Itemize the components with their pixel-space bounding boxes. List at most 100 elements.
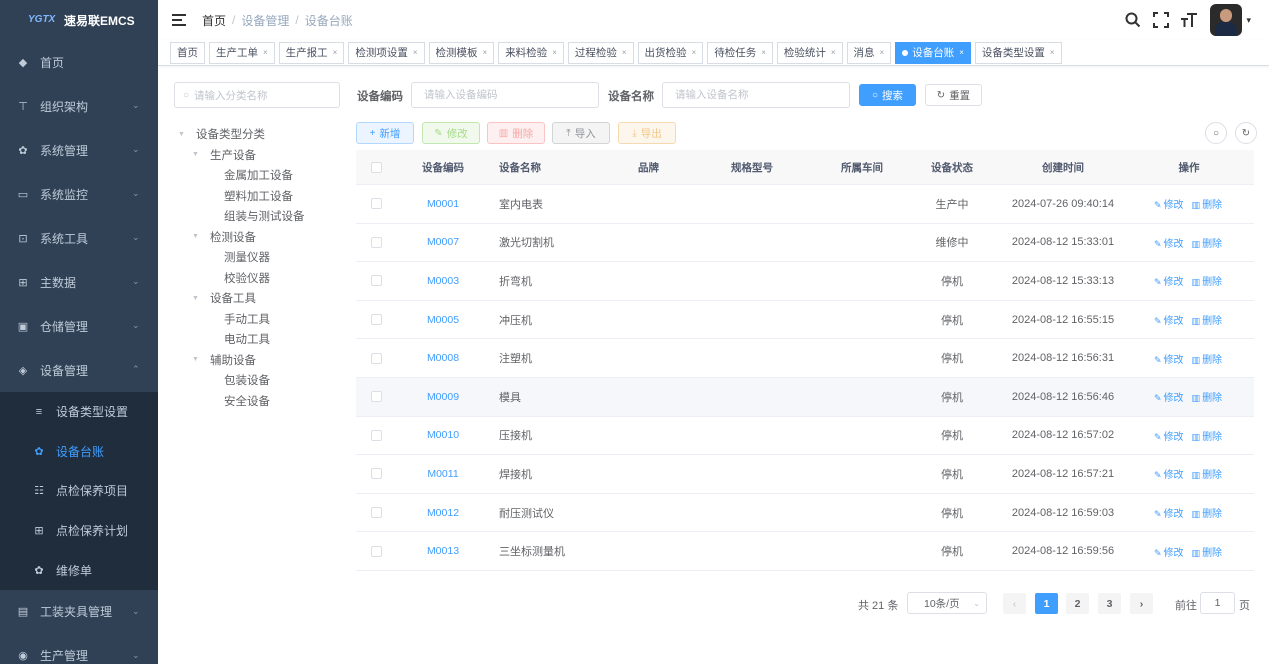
equipment-code-link[interactable]: M0010 (427, 429, 459, 441)
tree-node[interactable]: ▼ 检测设备 (174, 227, 344, 248)
sidebar-item[interactable]: ⊤ 组织架构 ⌄ (0, 84, 158, 128)
equipment-code-link[interactable]: M0005 (427, 314, 459, 326)
row-edit-button[interactable]: ✎ 修改 (1154, 393, 1184, 404)
row-checkbox[interactable] (371, 198, 382, 210)
equipment-code-link[interactable]: M0011 (427, 468, 458, 480)
page-button-1[interactable]: 1 (1035, 593, 1058, 614)
sidebar-item[interactable]: ✿ 设备台账 (0, 432, 158, 472)
avatar[interactable] (1210, 4, 1243, 36)
table-row[interactable]: M0007 激光切割机 维修中 2024-08-12 15:33:01 ✎ 修改 ▥ 删除 (356, 224, 1254, 263)
row-edit-button[interactable]: ✎ 修改 (1154, 200, 1184, 211)
page-button-3[interactable]: 3 (1098, 593, 1121, 614)
import-button[interactable]: ⤒ 导入 (552, 122, 610, 144)
tag-10[interactable]: 消息 × (846, 41, 892, 64)
close-icon[interactable]: × (333, 43, 338, 63)
tag-3[interactable]: 检测项设置 × (348, 41, 425, 64)
row-delete-button[interactable]: ▥ 删除 (1192, 548, 1223, 559)
tag-11[interactable]: 设备台账 × (895, 41, 971, 64)
tree-node[interactable]: 手动工具 (174, 309, 344, 330)
row-delete-button[interactable]: ▥ 删除 (1192, 316, 1223, 327)
row-edit-button[interactable]: ✎ 修改 (1154, 548, 1184, 559)
sidebar-item[interactable]: ⊡ 系统工具 ⌄ (0, 216, 158, 260)
close-icon[interactable]: × (263, 43, 268, 63)
tree-node[interactable]: ▼ 设备工具 (174, 288, 344, 309)
close-icon[interactable]: × (483, 43, 488, 63)
row-delete-button[interactable]: ▥ 删除 (1192, 239, 1223, 250)
sidebar-item[interactable]: ▭ 系统监控 ⌄ (0, 172, 158, 216)
hamburger-icon[interactable] (172, 14, 186, 26)
equipment-code-link[interactable]: M0008 (427, 352, 459, 364)
delete-button[interactable]: ▥ 删除 (487, 122, 545, 144)
search-button[interactable]: ○ 搜索 (859, 84, 916, 106)
tag-1[interactable]: 生产工单 × (209, 41, 275, 64)
next-page-button[interactable]: › (1130, 593, 1153, 614)
close-icon[interactable]: × (413, 43, 418, 63)
search-icon[interactable] (1124, 11, 1142, 29)
close-icon[interactable]: × (622, 43, 627, 63)
equipment-code-link[interactable]: M0001 (427, 198, 459, 210)
equipment-code-link[interactable]: M0007 (427, 236, 459, 248)
sidebar-item[interactable]: ⊞ 点检保养计划 (0, 511, 158, 551)
tag-12[interactable]: 设备类型设置 × (974, 41, 1062, 64)
row-delete-button[interactable]: ▥ 删除 (1192, 509, 1223, 520)
row-delete-button[interactable]: ▥ 删除 (1192, 200, 1223, 211)
tree-node[interactable]: 金属加工设备 (174, 165, 344, 186)
row-delete-button[interactable]: ▥ 删除 (1192, 355, 1223, 366)
row-delete-button[interactable]: ▥ 删除 (1192, 432, 1223, 443)
row-checkbox[interactable] (371, 545, 382, 557)
table-row[interactable]: M0011 焊接机 停机 2024-08-12 16:57:21 ✎ 修改 ▥ 删除 (356, 455, 1254, 494)
close-icon[interactable]: × (831, 43, 836, 63)
row-edit-button[interactable]: ✎ 修改 (1154, 470, 1184, 481)
app-logo[interactable]: YGTX 速易联EMCS (0, 0, 158, 40)
row-delete-button[interactable]: ▥ 删除 (1192, 393, 1223, 404)
tree-node[interactable]: ▼ 生产设备 (174, 145, 344, 166)
sidebar-item[interactable]: ✿ 系统管理 ⌄ (0, 128, 158, 172)
tag-8[interactable]: 待检任务 × (707, 41, 773, 64)
sidebar-item[interactable]: ≡ 设备类型设置 (0, 392, 158, 432)
select-all-checkbox[interactable] (371, 161, 382, 173)
sidebar-item[interactable]: ✿ 维修单 (0, 550, 158, 590)
tree-node[interactable]: 电动工具 (174, 329, 344, 350)
row-checkbox[interactable] (371, 468, 382, 480)
equipment-code-link[interactable]: M0003 (427, 275, 459, 287)
tree-node[interactable]: ▼ 辅助设备 (174, 350, 344, 371)
close-icon[interactable]: × (1050, 43, 1055, 63)
tag-0[interactable]: 首页 (170, 41, 205, 64)
sidebar-item[interactable]: ⊞ 主数据 ⌄ (0, 260, 158, 304)
tree-node[interactable]: 包装设备 (174, 370, 344, 391)
sidebar-item[interactable]: ▤ 工装夹具管理 ⌄ (0, 590, 158, 634)
row-checkbox[interactable] (371, 391, 382, 403)
tree-node[interactable]: 测量仪器 (174, 247, 344, 268)
row-delete-button[interactable]: ▥ 删除 (1192, 277, 1223, 288)
prev-page-button[interactable]: ‹ (1003, 593, 1026, 614)
export-button[interactable]: ⤓ 导出 (618, 122, 676, 144)
equipment-code-link[interactable]: M0013 (427, 545, 459, 557)
close-icon[interactable]: × (692, 43, 697, 63)
tag-2[interactable]: 生产报工 × (278, 41, 345, 64)
reset-button[interactable]: ↻ 重置 (925, 84, 982, 106)
sidebar-item[interactable]: ▣ 仓储管理 ⌄ (0, 304, 158, 348)
tree-search-input[interactable]: ○ 请输入分类名称 (174, 82, 340, 108)
row-edit-button[interactable]: ✎ 修改 (1154, 239, 1184, 250)
row-edit-button[interactable]: ✎ 修改 (1154, 509, 1184, 520)
tag-7[interactable]: 出货检验 × (637, 41, 704, 64)
table-row[interactable]: M0010 压接机 停机 2024-08-12 16:57:02 ✎ 修改 ▥ 删除 (356, 417, 1254, 456)
refresh-table-button[interactable]: ↻ (1235, 122, 1257, 144)
font-size-icon[interactable] (1180, 11, 1198, 29)
tree-node[interactable]: ▼ 设备类型分类 (174, 124, 344, 145)
page-size-select[interactable]: 10条/页 ⌄ (907, 592, 987, 614)
close-icon[interactable]: × (880, 43, 885, 63)
tag-9[interactable]: 检验统计 × (776, 41, 843, 64)
tree-node[interactable]: 塑料加工设备 (174, 186, 344, 207)
close-icon[interactable]: × (959, 43, 964, 63)
sidebar-item[interactable]: ◉ 生产管理 ⌄ (0, 634, 158, 664)
close-icon[interactable]: × (761, 43, 766, 63)
row-edit-button[interactable]: ✎ 修改 (1154, 432, 1184, 443)
row-delete-button[interactable]: ▥ 删除 (1192, 470, 1223, 481)
row-checkbox[interactable] (371, 507, 382, 519)
row-edit-button[interactable]: ✎ 修改 (1154, 316, 1184, 327)
row-checkbox[interactable] (371, 429, 382, 441)
tag-6[interactable]: 过程检验 × (567, 41, 634, 64)
tree-node[interactable]: 组装与测试设备 (174, 206, 344, 227)
table-row[interactable]: M0005 冲压机 停机 2024-08-12 16:55:15 ✎ 修改 ▥ 删除 (356, 301, 1254, 340)
